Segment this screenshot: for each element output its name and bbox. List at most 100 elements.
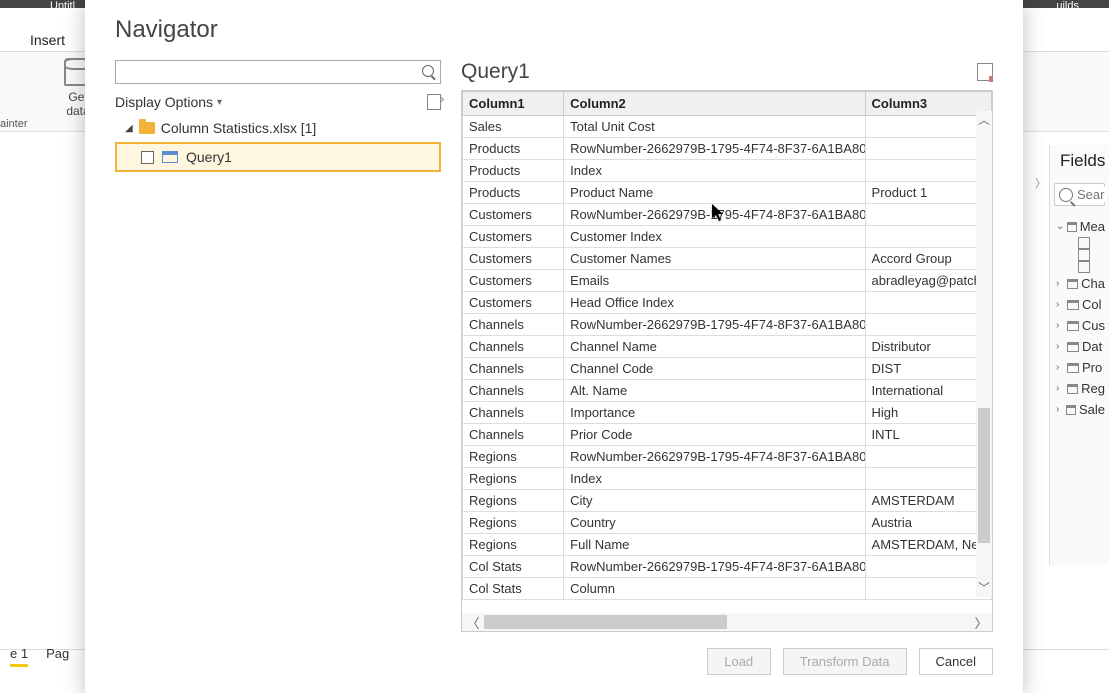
- table-cell[interactable]: Regions: [463, 468, 564, 490]
- fields-item[interactable]: ›Cha: [1054, 273, 1105, 294]
- table-cell[interactable]: RowNumber-2662979B-1795-4F74-8F37-6A1BA8…: [564, 314, 865, 336]
- table-cell[interactable]: Head Office Index: [564, 292, 865, 314]
- table-cell[interactable]: Alt. Name: [564, 380, 865, 402]
- table-cell[interactable]: AMSTERDAM, Netherl: [865, 534, 991, 556]
- table-cell[interactable]: Customers: [463, 248, 564, 270]
- table-row[interactable]: RegionsCountryAustria: [463, 512, 992, 534]
- table-cell[interactable]: [865, 226, 991, 248]
- table-cell[interactable]: Index: [564, 160, 865, 182]
- table-cell[interactable]: Channel Name: [564, 336, 865, 358]
- checkbox[interactable]: [1078, 249, 1090, 261]
- table-cell[interactable]: [865, 314, 991, 336]
- table-row[interactable]: ChannelsChannel CodeDIST: [463, 358, 992, 380]
- table-row[interactable]: RegionsIndex: [463, 468, 992, 490]
- table-row[interactable]: Col StatsColumn: [463, 578, 992, 600]
- table-cell[interactable]: Products: [463, 160, 564, 182]
- table-cell[interactable]: High: [865, 402, 991, 424]
- table-cell[interactable]: Customer Index: [564, 226, 865, 248]
- load-button[interactable]: Load: [707, 648, 771, 675]
- fields-item[interactable]: ›Cus: [1054, 315, 1105, 336]
- table-row[interactable]: ChannelsPrior CodeINTL: [463, 424, 992, 446]
- checkbox[interactable]: [1078, 237, 1090, 249]
- table-cell[interactable]: Accord Group: [865, 248, 991, 270]
- navigator-search-input[interactable]: [120, 65, 422, 80]
- column-header[interactable]: Column1: [463, 92, 564, 116]
- checkbox[interactable]: [1078, 261, 1090, 273]
- preview-options-icon[interactable]: [977, 63, 993, 81]
- display-options-dropdown[interactable]: Display Options ▾: [115, 94, 222, 110]
- chevron-right-icon[interactable]: ›: [1056, 299, 1064, 310]
- table-row[interactable]: CustomersCustomer NamesAccord Group: [463, 248, 992, 270]
- scroll-down-icon[interactable]: ﹀: [976, 579, 992, 597]
- table-cell[interactable]: abradleyag@patch.com: [865, 270, 991, 292]
- table-cell[interactable]: Channels: [463, 380, 564, 402]
- fields-item[interactable]: ›Col: [1054, 294, 1105, 315]
- table-row[interactable]: ProductsIndex: [463, 160, 992, 182]
- table-cell[interactable]: Distributor: [865, 336, 991, 358]
- table-cell[interactable]: [865, 578, 991, 600]
- table-cell[interactable]: Country: [564, 512, 865, 534]
- table-cell[interactable]: Channels: [463, 358, 564, 380]
- table-cell[interactable]: [865, 446, 991, 468]
- table-cell[interactable]: Importance: [564, 402, 865, 424]
- vertical-scrollbar[interactable]: ︿ ﹀: [976, 111, 992, 597]
- table-cell[interactable]: [865, 204, 991, 226]
- table-cell[interactable]: Channels: [463, 314, 564, 336]
- table-row[interactable]: RegionsFull NameAMSTERDAM, Netherl: [463, 534, 992, 556]
- table-cell[interactable]: Channel Code: [564, 358, 865, 380]
- chevron-right-icon[interactable]: ›: [1056, 320, 1064, 331]
- fields-subitem[interactable]: [1054, 249, 1105, 261]
- table-cell[interactable]: RowNumber-2662979B-1795-4F74-8F37-6A1BA8…: [564, 446, 865, 468]
- table-cell[interactable]: DIST: [865, 358, 991, 380]
- table-cell[interactable]: Channels: [463, 424, 564, 446]
- table-row[interactable]: ProductsRowNumber-2662979B-1795-4F74-8F3…: [463, 138, 992, 160]
- table-cell[interactable]: Austria: [865, 512, 991, 534]
- table-row[interactable]: CustomersCustomer Index: [463, 226, 992, 248]
- table-cell[interactable]: Full Name: [564, 534, 865, 556]
- refresh-icon[interactable]: [427, 94, 441, 110]
- chevron-right-icon[interactable]: ›: [1056, 278, 1064, 289]
- search-icon[interactable]: [422, 65, 436, 79]
- table-row[interactable]: ChannelsImportanceHigh: [463, 402, 992, 424]
- table-row[interactable]: Col StatsRowNumber-2662979B-1795-4F74-8F…: [463, 556, 992, 578]
- page-tab-2[interactable]: Pag: [46, 646, 69, 667]
- fields-search-input[interactable]: [1077, 187, 1107, 202]
- table-cell[interactable]: Col Stats: [463, 578, 564, 600]
- horizontal-scrollbar[interactable]: 〈 〉: [462, 613, 992, 631]
- table-cell[interactable]: Regions: [463, 490, 564, 512]
- table-row[interactable]: CustomersRowNumber-2662979B-1795-4F74-8F…: [463, 204, 992, 226]
- scroll-left-icon[interactable]: 〈: [462, 613, 484, 632]
- chevron-right-icon[interactable]: ›: [1056, 404, 1063, 415]
- table-cell[interactable]: Prior Code: [564, 424, 865, 446]
- table-row[interactable]: ChannelsRowNumber-2662979B-1795-4F74-8F3…: [463, 314, 992, 336]
- scroll-right-icon[interactable]: 〉: [970, 613, 992, 632]
- table-cell[interactable]: Regions: [463, 512, 564, 534]
- chevron-down-icon[interactable]: ⌄: [1056, 221, 1064, 232]
- table-cell[interactable]: Customer Names: [564, 248, 865, 270]
- table-cell[interactable]: Index: [564, 468, 865, 490]
- tree-query-node[interactable]: Query1: [115, 142, 441, 172]
- chevron-right-icon[interactable]: ›: [1056, 341, 1064, 352]
- column-header[interactable]: Column3: [865, 92, 991, 116]
- table-cell[interactable]: Product 1: [865, 182, 991, 204]
- table-row[interactable]: ProductsProduct NameProduct 1: [463, 182, 992, 204]
- fields-item[interactable]: ›Reg: [1054, 378, 1105, 399]
- table-cell[interactable]: Customers: [463, 226, 564, 248]
- table-cell[interactable]: Regions: [463, 534, 564, 556]
- table-cell[interactable]: Products: [463, 182, 564, 204]
- table-cell[interactable]: RowNumber-2662979B-1795-4F74-8F37-6A1BA8…: [564, 204, 865, 226]
- scroll-up-icon[interactable]: ︿: [976, 111, 992, 129]
- table-cell[interactable]: [865, 468, 991, 490]
- table-cell[interactable]: INTL: [865, 424, 991, 446]
- table-cell[interactable]: Regions: [463, 446, 564, 468]
- fields-search[interactable]: [1054, 183, 1105, 206]
- table-row[interactable]: RegionsRowNumber-2662979B-1795-4F74-8F37…: [463, 446, 992, 468]
- cancel-button[interactable]: Cancel: [919, 648, 993, 675]
- fields-item[interactable]: ›Dat: [1054, 336, 1105, 357]
- fields-item[interactable]: ›Pro: [1054, 357, 1105, 378]
- table-cell[interactable]: Customers: [463, 204, 564, 226]
- table-row[interactable]: RegionsCityAMSTERDAM: [463, 490, 992, 512]
- table-cell[interactable]: Products: [463, 138, 564, 160]
- collapse-pane-icon[interactable]: 〉: [1035, 175, 1047, 193]
- table-row[interactable]: SalesTotal Unit Cost: [463, 116, 992, 138]
